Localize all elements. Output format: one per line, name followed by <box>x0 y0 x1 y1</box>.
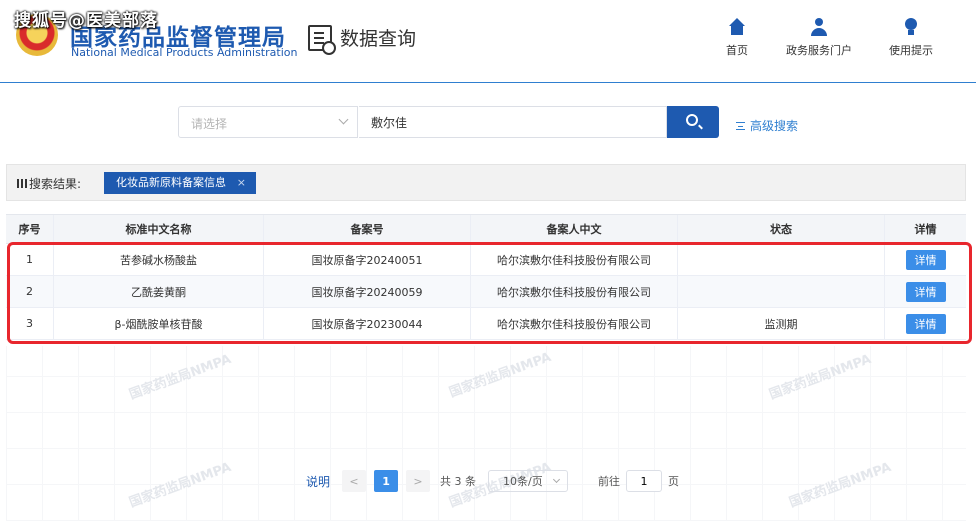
search-button[interactable] <box>667 106 719 138</box>
results-bar: 搜索结果: 化妆品新原料备案信息 × <box>6 164 966 201</box>
nav-home-label: 首页 <box>726 44 748 57</box>
cell-record: 国妆原备字20230044 <box>264 308 471 339</box>
page-unit-label: 页 <box>668 475 680 488</box>
background-watermark: 国家药监局NMPA <box>127 351 234 403</box>
cell-record: 国妆原备字20240051 <box>264 244 471 275</box>
active-filter-label: 化妆品新原料备案信息 <box>116 176 226 189</box>
background-watermark: 国家药监局NMPA <box>767 351 874 403</box>
cell-status <box>678 244 885 275</box>
lightbulb-icon <box>902 18 920 36</box>
cell-name: 乙酰姜黄酮 <box>54 276 264 307</box>
nav-gov-portal[interactable]: 政务服务门户 <box>786 18 852 58</box>
cell-filer: 哈尔滨敷尔佳科技股份有限公司 <box>471 276 678 307</box>
pagination: 说明 < 1 > 共 3 条 10条/页 前往 页 <box>306 470 679 492</box>
cell-no: 2 <box>6 276 54 307</box>
section-title-group: 数据查询 <box>308 24 417 55</box>
advanced-search-label: 高级搜索 <box>750 119 799 133</box>
cell-filer: 哈尔滨敷尔佳科技股份有限公司 <box>471 308 678 339</box>
watermark-background: 国家药监局NMPA 国家药监局NMPA 国家药监局NMPA 国家药监局NMPA … <box>6 346 966 521</box>
table-row: 2 乙酰姜黄酮 国妆原备字20240059 哈尔滨敷尔佳科技股份有限公司 详情 <box>6 276 966 308</box>
col-header-no: 序号 <box>6 215 54 243</box>
page-size-value: 10条/页 <box>503 475 543 488</box>
nav-home[interactable]: 首页 <box>726 18 748 58</box>
cell-filer: 哈尔滨敷尔佳科技股份有限公司 <box>471 244 678 275</box>
cell-status: 监测期 <box>678 308 885 339</box>
results-table: 序号 标准中文名称 备案号 备案人中文 状态 详情 1 苦参碱水杨酸盐 国妆原备… <box>6 214 966 340</box>
home-icon <box>728 18 746 36</box>
org-name-en: National Medical Products Administration <box>71 46 298 59</box>
search-input[interactable] <box>359 106 667 138</box>
pagination-note-link[interactable]: 说明 <box>306 473 330 490</box>
cell-name: β-烟酰胺单核苷酸 <box>54 308 264 339</box>
grid-icon <box>17 179 27 188</box>
goto-page-input[interactable] <box>626 470 663 492</box>
table-header: 序号 标准中文名称 备案号 备案人中文 状态 详情 <box>6 214 966 244</box>
cell-no: 1 <box>6 244 54 275</box>
col-header-record: 备案号 <box>264 215 471 243</box>
current-page-button[interactable]: 1 <box>374 470 399 492</box>
nav-usage-tips-label: 使用提示 <box>889 44 933 57</box>
cell-detail: 详情 <box>885 308 966 339</box>
chevron-down-icon <box>552 475 561 484</box>
results-label: 搜索结果: <box>29 177 82 191</box>
background-watermark: 国家药监局NMPA <box>787 459 894 511</box>
background-watermark: 国家药监局NMPA <box>447 349 554 401</box>
user-icon <box>810 18 828 36</box>
cell-status <box>678 276 885 307</box>
background-watermark: 国家药监局NMPA <box>127 459 234 511</box>
nav-usage-tips[interactable]: 使用提示 <box>889 18 933 58</box>
col-header-detail: 详情 <box>914 223 937 236</box>
cell-no: 3 <box>6 308 54 339</box>
table-row: 3 β-烟酰胺单核苷酸 国妆原备字20230044 哈尔滨敷尔佳科技股份有限公司… <box>6 308 966 340</box>
table-row: 1 苦参碱水杨酸盐 国妆原备字20240051 哈尔滨敷尔佳科技股份有限公司 详… <box>6 244 966 276</box>
cell-name: 苦参碱水杨酸盐 <box>54 244 264 275</box>
detail-button[interactable]: 详情 <box>905 249 946 270</box>
data-query-icon <box>308 24 336 55</box>
active-filter-tag[interactable]: 化妆品新原料备案信息 × <box>104 172 256 194</box>
category-select[interactable]: 请选择 <box>178 106 358 138</box>
category-placeholder: 请选择 <box>191 117 228 131</box>
page-size-select[interactable]: 10条/页 <box>488 470 569 492</box>
prev-page-button[interactable]: < <box>342 470 367 492</box>
total-count: 共 3 条 <box>440 475 477 488</box>
col-header-status: 状态 <box>678 215 885 243</box>
filter-icon <box>736 121 745 130</box>
col-header-name: 标准中文名称 <box>54 215 264 243</box>
overlay-watermark: 搜狐号@医美部落 <box>14 11 158 31</box>
next-page-button[interactable]: > <box>406 470 431 492</box>
section-title: 数据查询 <box>340 28 417 50</box>
chevron-down-icon <box>338 114 349 125</box>
cell-detail: 详情 <box>885 244 966 275</box>
close-icon[interactable]: × <box>237 172 246 194</box>
advanced-search-link[interactable]: 高级搜索 <box>736 117 798 134</box>
search-icon <box>686 114 698 126</box>
cell-record: 国妆原备字20240059 <box>264 276 471 307</box>
goto-label: 前往 <box>598 475 621 488</box>
detail-button[interactable]: 详情 <box>905 313 946 334</box>
col-header-filer: 备案人中文 <box>471 215 678 243</box>
nav-gov-portal-label: 政务服务门户 <box>786 44 852 57</box>
cell-detail: 详情 <box>885 276 966 307</box>
detail-button[interactable]: 详情 <box>905 281 946 302</box>
